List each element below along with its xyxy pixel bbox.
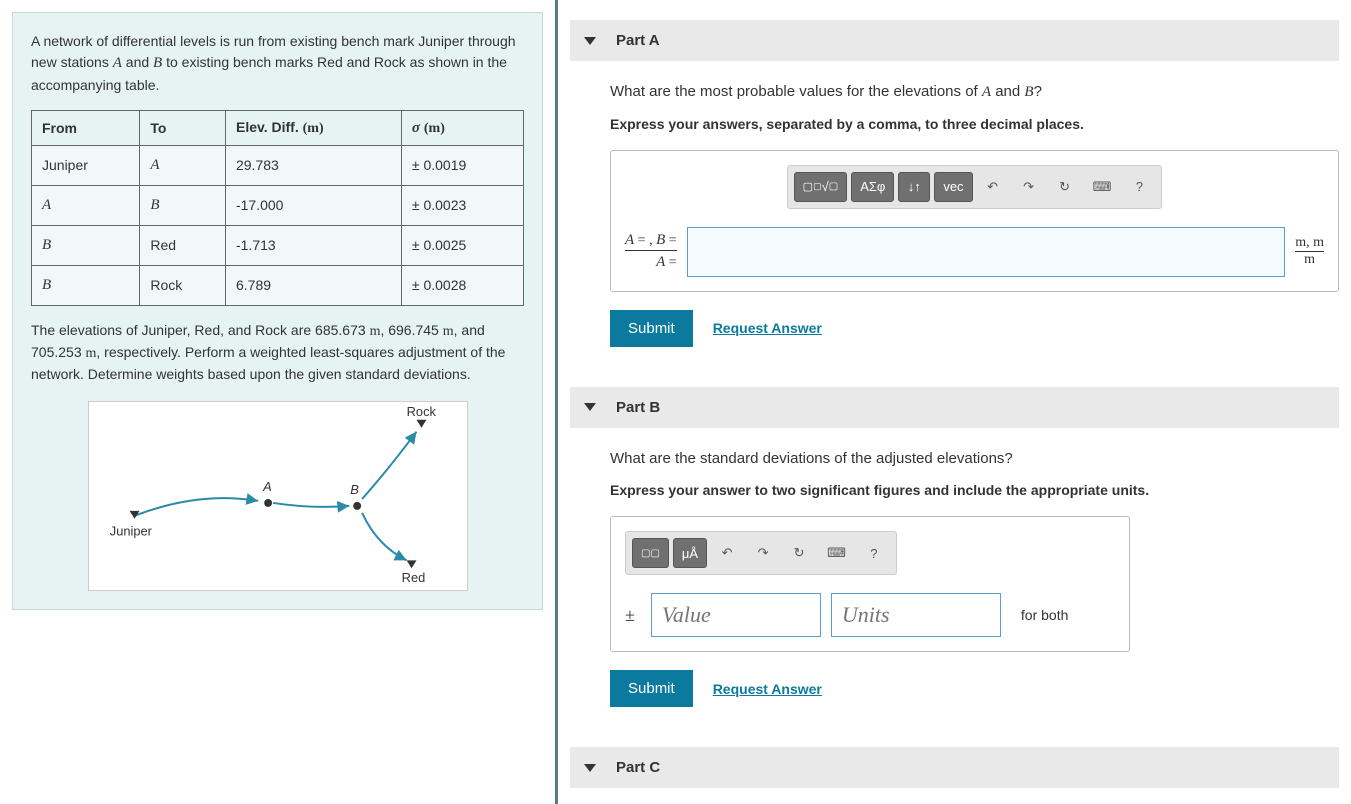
reset-button[interactable]: ↻ [1049, 172, 1081, 202]
cell-sigma: ± 0.0023 [401, 185, 523, 225]
redo-button[interactable]: ↷ [747, 538, 779, 568]
reset-button[interactable]: ↻ [783, 538, 815, 568]
data-table: From To Elev. Diff. (m) σ (m) Juniper A … [31, 110, 524, 306]
diagram-a-label: A [262, 479, 272, 494]
redo-button[interactable]: ↷ [1013, 172, 1045, 202]
th-to: To [140, 110, 226, 145]
units-toolbar: ▢▢ μÅ ↶ ↷ ↻ ⌨ ? [625, 531, 897, 575]
part-c-header[interactable]: Part C [570, 747, 1339, 788]
chevron-down-icon [584, 764, 596, 772]
diagram-red-label: Red [401, 570, 425, 585]
part-a-input-row: A = , B = A = m, m m [625, 227, 1324, 277]
cell-diff: -17.000 [225, 185, 401, 225]
undo-button[interactable]: ↶ [711, 538, 743, 568]
cell-to: Rock [140, 265, 226, 305]
plus-minus-label: ± [625, 605, 635, 626]
problem-box: A network of differential levels is run … [12, 12, 543, 610]
equation-toolbar: ▢▢√▢ ΑΣφ ↓↑ vec ↶ ↷ ↻ ⌨ ? [787, 165, 1163, 209]
cell-from: A [32, 185, 140, 225]
part-b-question: What are the standard deviations of the … [610, 448, 1339, 471]
part-a-title: Part A [616, 32, 660, 49]
th-from: From [32, 110, 140, 145]
cell-diff: -1.713 [225, 225, 401, 265]
cell-diff: 29.783 [225, 145, 401, 185]
undo-button[interactable]: ↶ [977, 172, 1009, 202]
part-a-answer-zone: ▢▢√▢ ΑΣφ ↓↑ vec ↶ ↷ ↻ ⌨ ? A = , B = A = [610, 150, 1339, 292]
part-b-input-row: ± for both [625, 593, 1115, 637]
table-row: Juniper A 29.783 ± 0.0019 [32, 145, 524, 185]
templates-button[interactable]: ▢▢√▢ [794, 172, 848, 202]
table-row: A B -17.000 ± 0.0023 [32, 185, 524, 225]
part-a-question: What are the most probable values for th… [610, 81, 1339, 104]
cell-from: Juniper [32, 145, 140, 185]
part-b-buttons: Submit Request Answer [610, 670, 1339, 707]
cell-diff: 6.789 [225, 265, 401, 305]
cell-to: B [140, 185, 226, 225]
part-a-body: What are the most probable values for th… [570, 61, 1339, 367]
units-symbols-button[interactable]: μÅ [673, 538, 707, 568]
cell-to: Red [140, 225, 226, 265]
greek-button[interactable]: ΑΣφ [851, 172, 894, 202]
cell-sigma: ± 0.0025 [401, 225, 523, 265]
table-row: B Rock 6.789 ± 0.0028 [32, 265, 524, 305]
part-b-answer-zone: ▢▢ μÅ ↶ ↷ ↻ ⌨ ? ± for both [610, 516, 1130, 652]
part-b-title: Part B [616, 399, 660, 416]
chevron-down-icon [584, 37, 596, 45]
keyboard-button[interactable]: ⌨ [819, 538, 854, 568]
part-b-suffix: for both [1021, 607, 1068, 623]
chevron-down-icon [584, 403, 596, 411]
part-b-submit-button[interactable]: Submit [610, 670, 693, 707]
part-a-instruction: Express your answers, separated by a com… [610, 116, 1339, 132]
cell-from: B [32, 225, 140, 265]
answer-panel: Part A What are the most probable values… [555, 0, 1351, 804]
problem-intro: A network of differential levels is run … [31, 31, 524, 96]
network-diagram: Juniper A B Rock Red [88, 401, 468, 591]
part-b-units-input[interactable] [831, 593, 1001, 637]
table-header-row: From To Elev. Diff. (m) σ (m) [32, 110, 524, 145]
subscript-button[interactable]: ↓↑ [898, 172, 930, 202]
problem-panel: A network of differential levels is run … [0, 0, 555, 804]
units-templates-button[interactable]: ▢▢ [632, 538, 669, 568]
part-c-title: Part C [616, 759, 660, 776]
help-button[interactable]: ? [1123, 172, 1155, 202]
diagram-rock-label: Rock [406, 403, 436, 418]
part-b-body: What are the standard deviations of the … [570, 428, 1339, 728]
part-a-request-link[interactable]: Request Answer [713, 320, 822, 336]
part-b-header[interactable]: Part B [570, 387, 1339, 428]
diagram-juniper-label: Juniper [109, 523, 152, 538]
problem-footer: The elevations of Juniper, Red, and Rock… [31, 320, 524, 385]
intro-mid: and [122, 54, 153, 70]
diagram-b-label: B [350, 482, 359, 497]
table-row: B Red -1.713 ± 0.0025 [32, 225, 524, 265]
part-b-request-link[interactable]: Request Answer [713, 681, 822, 697]
vector-button[interactable]: vec [934, 172, 972, 202]
th-diff: Elev. Diff. (m) [225, 110, 401, 145]
keyboard-button[interactable]: ⌨ [1085, 172, 1120, 202]
help-button[interactable]: ? [858, 538, 890, 568]
part-a-submit-button[interactable]: Submit [610, 310, 693, 347]
part-a-buttons: Submit Request Answer [610, 310, 1339, 347]
part-b-instruction: Express your answer to two significant f… [610, 482, 1339, 498]
part-b-value-input[interactable] [651, 593, 821, 637]
part-a-prefix: A = , B = A = [625, 231, 677, 273]
cell-from: B [32, 265, 140, 305]
part-a-answer-input[interactable] [687, 227, 1286, 277]
var-a: A [113, 55, 122, 71]
part-a-suffix: m, m m [1295, 235, 1324, 268]
cell-sigma: ± 0.0028 [401, 265, 523, 305]
var-b: B [153, 55, 162, 71]
th-sigma: σ (m) [401, 110, 523, 145]
cell-to: A [140, 145, 226, 185]
part-a-header[interactable]: Part A [570, 20, 1339, 61]
cell-sigma: ± 0.0019 [401, 145, 523, 185]
